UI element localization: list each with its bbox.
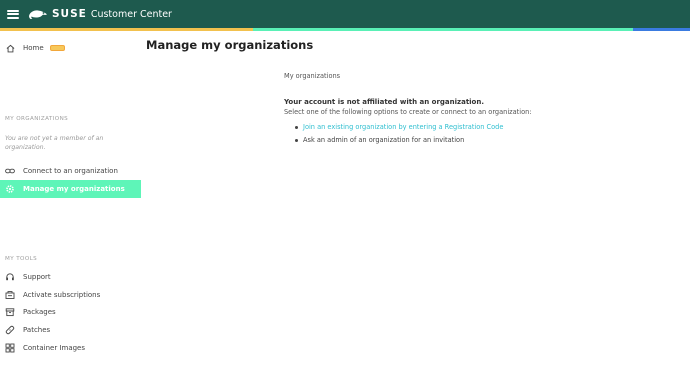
sidebar-item-label: Activate subscriptions	[23, 291, 101, 299]
package-icon	[5, 307, 15, 317]
sidebar-item-label: Packages	[23, 308, 56, 316]
product-name: Customer Center	[90, 8, 172, 20]
sidebar-item-label: Connect to an organization	[23, 167, 118, 175]
breadcrumb: My organizations	[284, 72, 341, 80]
sidebar-item-label: Home	[23, 44, 44, 52]
new-badge	[49, 45, 65, 51]
accent-stripe-blue	[633, 28, 690, 31]
organizations-section-heading: MY ORGANIZATIONS	[5, 116, 69, 122]
page-title: Manage my organizations	[146, 38, 314, 52]
tools-section-heading: MY TOOLS	[5, 256, 38, 262]
sidebar-item-packages[interactable]: Packages	[0, 303, 141, 321]
sidebar-item-label: Patches	[23, 326, 51, 334]
bandage-icon	[5, 325, 15, 335]
gear-icon	[5, 184, 15, 194]
join-organization-link[interactable]: Join an existing organization by enterin…	[303, 123, 503, 131]
chameleon-logo-icon[interactable]	[28, 9, 48, 20]
sidebar-item-label: Manage my organizations	[23, 185, 125, 193]
main-content: My organizations Your account is not aff…	[284, 72, 664, 149]
key-box-icon	[5, 290, 15, 300]
home-icon	[5, 43, 15, 53]
notice-text: Select one of the following options to c…	[284, 108, 532, 116]
sidebar-item-container-images[interactable]: Container Images	[0, 339, 141, 357]
options-list: Join an existing organization by enterin…	[284, 123, 664, 144]
sidebar-item-label: Container Images	[23, 344, 86, 352]
sidebar-item-support[interactable]: Support	[0, 268, 141, 286]
sidebar-item-activate-subscriptions[interactable]: Activate subscriptions	[0, 286, 141, 304]
hamburger-menu-icon[interactable]	[7, 9, 19, 19]
notice-title: Your account is not affiliated with an o…	[284, 98, 485, 106]
sidebar: Home MY ORGANIZATIONS You are not yet a …	[0, 31, 141, 374]
grid-icon	[5, 343, 15, 353]
sidebar-item-label: Support	[23, 273, 51, 281]
top-header-bar: SUSE Customer Center	[0, 0, 690, 28]
sidebar-item-home[interactable]: Home	[0, 39, 141, 57]
list-item: Join an existing organization by enterin…	[295, 123, 664, 131]
sidebar-item-patches[interactable]: Patches	[0, 321, 141, 339]
organization-membership-note: You are not yet a member of an organizat…	[5, 135, 104, 151]
sidebar-item-manage-organizations[interactable]: Manage my organizations	[0, 180, 141, 198]
link-icon	[5, 166, 15, 176]
accent-stripe-green	[253, 28, 633, 31]
headset-icon	[5, 272, 15, 282]
brand-name: SUSE	[52, 8, 87, 20]
sidebar-item-connect-organization[interactable]: Connect to an organization	[0, 162, 141, 180]
list-item: Ask an admin of an organization for an i…	[295, 136, 664, 144]
